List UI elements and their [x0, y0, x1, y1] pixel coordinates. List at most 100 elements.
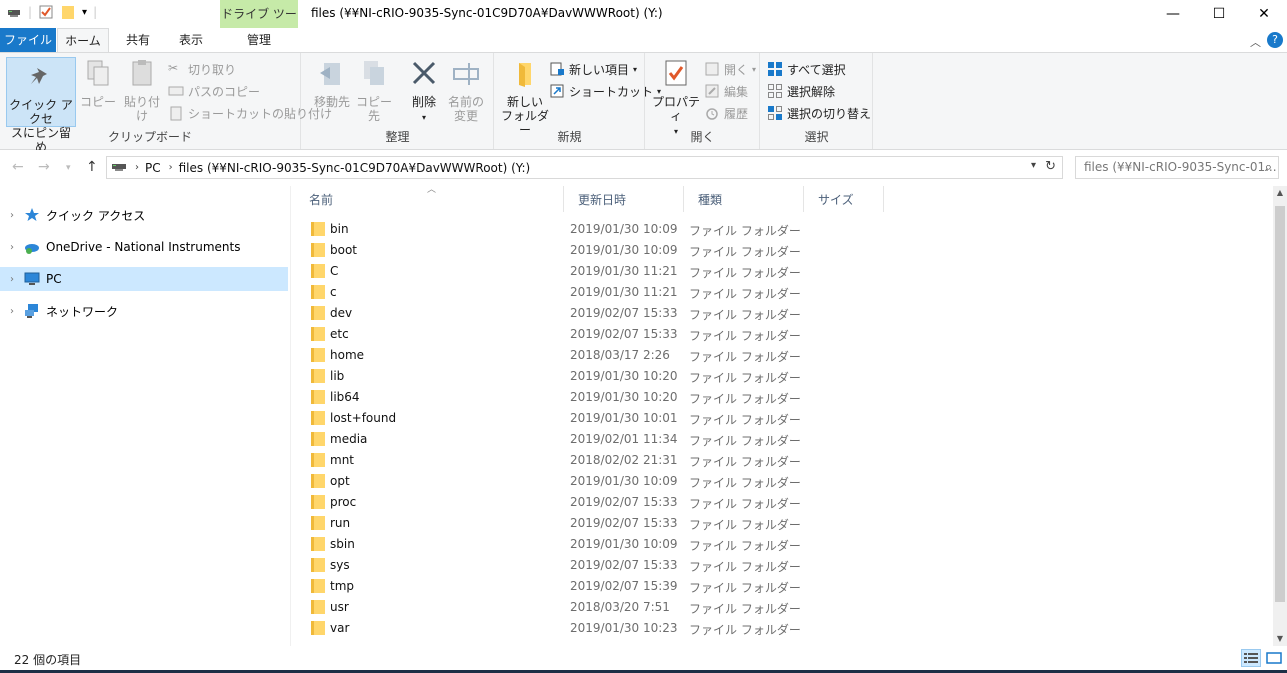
nav-item-onedrive[interactable]: › OneDrive - National Instruments: [0, 235, 288, 259]
new-folder-qat-icon[interactable]: [60, 4, 76, 20]
scroll-down-arrow-icon[interactable]: ▼: [1273, 632, 1287, 646]
file-row[interactable]: dev 2019/02/07 15:33 ファイル フォルダー: [295, 303, 1273, 324]
vertical-scrollbar[interactable]: ▲ ▼: [1273, 186, 1287, 646]
file-row[interactable]: proc 2019/02/07 15:33 ファイル フォルダー: [295, 492, 1273, 513]
new-folder-button[interactable]: 新しい フォルダー: [499, 57, 551, 137]
file-row[interactable]: boot 2019/01/30 10:09 ファイル フォルダー: [295, 240, 1273, 261]
move-to-label: 移動先: [313, 95, 350, 109]
copy-button[interactable]: コピー: [80, 57, 116, 109]
file-row[interactable]: lib 2019/01/30 10:20 ファイル フォルダー: [295, 366, 1273, 387]
column-header-date[interactable]: 更新日時: [564, 186, 684, 212]
tab-share[interactable]: 共有: [112, 28, 164, 52]
breadcrumb-pc[interactable]: PC: [145, 161, 161, 175]
address-bar[interactable]: › PC › files (¥¥NI-cRIO-9035-Sync-01C9D7…: [106, 156, 1063, 179]
history-button[interactable]: 履歴: [704, 103, 748, 123]
copy-path-button[interactable]: パスのコピー: [168, 81, 260, 101]
breadcrumb-drive[interactable]: files (¥¥NI-cRIO-9035-Sync-01C9D70A¥DavW…: [179, 161, 531, 175]
scrollbar-thumb[interactable]: [1275, 206, 1285, 602]
expand-chevron-icon[interactable]: ›: [0, 242, 24, 253]
new-item-button[interactable]: 新しい項目 ▾: [549, 59, 637, 79]
file-row[interactable]: home 2018/03/17 2:26 ファイル フォルダー: [295, 345, 1273, 366]
forward-arrow-icon[interactable]: →: [38, 159, 50, 175]
file-row[interactable]: var 2019/01/30 10:23 ファイル フォルダー: [295, 618, 1273, 639]
file-type: ファイル フォルダー: [689, 287, 801, 301]
tab-manage[interactable]: 管理: [220, 28, 298, 52]
rename-button[interactable]: 名前の 変更: [444, 57, 488, 123]
maximize-button[interactable]: ☐: [1196, 0, 1242, 28]
file-row[interactable]: bin 2019/01/30 10:09 ファイル フォルダー: [295, 219, 1273, 240]
nav-item-pc[interactable]: › PC: [0, 267, 288, 291]
properties-button[interactable]: プロパティ ▾: [650, 57, 702, 139]
back-arrow-icon[interactable]: ←: [12, 159, 24, 175]
file-row[interactable]: etc 2019/02/07 15:33 ファイル フォルダー: [295, 324, 1273, 345]
open-icon: [704, 61, 720, 77]
file-name: run: [330, 516, 351, 530]
edit-button[interactable]: 編集: [704, 81, 748, 101]
file-row[interactable]: opt 2019/01/30 10:09 ファイル フォルダー: [295, 471, 1273, 492]
select-all-button[interactable]: すべて選択: [767, 59, 846, 79]
file-type: ファイル フォルダー: [689, 371, 801, 385]
search-input[interactable]: files (¥¥NI-cRIO-9035-Sync-01... ⌕: [1075, 156, 1279, 179]
pc-icon: [24, 271, 40, 287]
file-name: dev: [330, 306, 353, 320]
collapse-ribbon-icon[interactable]: ︿: [1250, 34, 1261, 50]
shortcut-button[interactable]: ショートカット ▾: [549, 81, 661, 101]
column-header-size[interactable]: サイズ: [804, 186, 884, 212]
minimize-button[interactable]: —: [1150, 0, 1196, 28]
tab-home[interactable]: ホーム: [57, 28, 109, 52]
close-button[interactable]: ✕: [1241, 0, 1287, 28]
nav-item-network[interactable]: › ネットワーク: [0, 299, 288, 323]
file-row[interactable]: tmp 2019/02/07 15:39 ファイル フォルダー: [295, 576, 1273, 597]
file-type: ファイル フォルダー: [689, 329, 801, 343]
file-row[interactable]: mnt 2018/02/02 21:31 ファイル フォルダー: [295, 450, 1273, 471]
open-button[interactable]: 開く ▾: [704, 59, 756, 79]
customize-qat-icon[interactable]: ▾: [82, 7, 87, 18]
file-name: lost+found: [330, 411, 397, 425]
file-row[interactable]: sys 2019/02/07 15:33 ファイル フォルダー: [295, 555, 1273, 576]
file-type: ファイル フォルダー: [689, 476, 801, 490]
file-row[interactable]: sbin 2019/01/30 10:09 ファイル フォルダー: [295, 534, 1273, 555]
tab-file[interactable]: ファイル: [0, 28, 56, 52]
column-header-type[interactable]: 種類: [684, 186, 804, 212]
copy-to-button[interactable]: コピー先: [354, 57, 394, 123]
expand-chevron-icon[interactable]: ›: [0, 306, 24, 317]
drive-icon[interactable]: [6, 4, 22, 20]
delete-button[interactable]: 削除 ▾: [406, 57, 442, 125]
help-icon[interactable]: ?: [1267, 32, 1283, 48]
expand-chevron-icon[interactable]: ›: [0, 210, 24, 221]
properties-qat-icon[interactable]: [38, 4, 54, 20]
file-row[interactable]: C 2019/01/30 11:21 ファイル フォルダー: [295, 261, 1273, 282]
column-header-name[interactable]: ︿ 名前: [295, 186, 564, 212]
file-row[interactable]: c 2019/01/30 11:21 ファイル フォルダー: [295, 282, 1273, 303]
file-row[interactable]: usr 2018/03/20 7:51 ファイル フォルダー: [295, 597, 1273, 618]
cut-button[interactable]: ✂ 切り取り: [168, 59, 236, 79]
nav-item-quick-access[interactable]: › クイック アクセス: [0, 203, 288, 227]
scroll-up-arrow-icon[interactable]: ▲: [1273, 186, 1287, 200]
details-view-button[interactable]: [1241, 649, 1261, 667]
refresh-icon[interactable]: ↻: [1045, 159, 1056, 174]
pin-to-quick-access-button[interactable]: クイック アクセ スにピン留め: [6, 57, 76, 154]
file-date: 2018/03/20 7:51: [570, 600, 670, 614]
cut-label: 切り取り: [188, 62, 237, 77]
paste-shortcut-icon: [168, 105, 184, 121]
quick-access-toolbar: | ▾ |: [6, 4, 97, 20]
file-row[interactable]: media 2019/02/01 11:34 ファイル フォルダー: [295, 429, 1273, 450]
select-none-button[interactable]: 選択解除: [767, 81, 835, 101]
invert-selection-button[interactable]: 選択の切り替え: [767, 103, 871, 123]
move-to-button[interactable]: 移動先: [312, 57, 352, 109]
copy-to-label: コピー先: [355, 95, 392, 123]
file-row[interactable]: run 2019/02/07 15:33 ファイル フォルダー: [295, 513, 1273, 534]
open-group-label: 開く: [690, 130, 715, 144]
recent-locations-icon[interactable]: ▾: [66, 163, 71, 173]
up-arrow-icon[interactable]: ↑: [86, 159, 98, 175]
file-row[interactable]: lost+found 2019/01/30 10:01 ファイル フォルダー: [295, 408, 1273, 429]
folder-icon: [311, 306, 327, 320]
file-row[interactable]: lib64 2019/01/30 10:20 ファイル フォルダー: [295, 387, 1273, 408]
large-icons-view-button[interactable]: [1264, 649, 1284, 667]
expand-chevron-icon[interactable]: ›: [0, 274, 24, 285]
address-dropdown-icon[interactable]: ▾: [1031, 160, 1036, 171]
tab-view[interactable]: 表示: [165, 28, 217, 52]
delete-icon: [408, 57, 440, 89]
file-date: 2019/02/07 15:33: [570, 327, 678, 341]
paste-button[interactable]: 貼り付け: [120, 57, 164, 123]
